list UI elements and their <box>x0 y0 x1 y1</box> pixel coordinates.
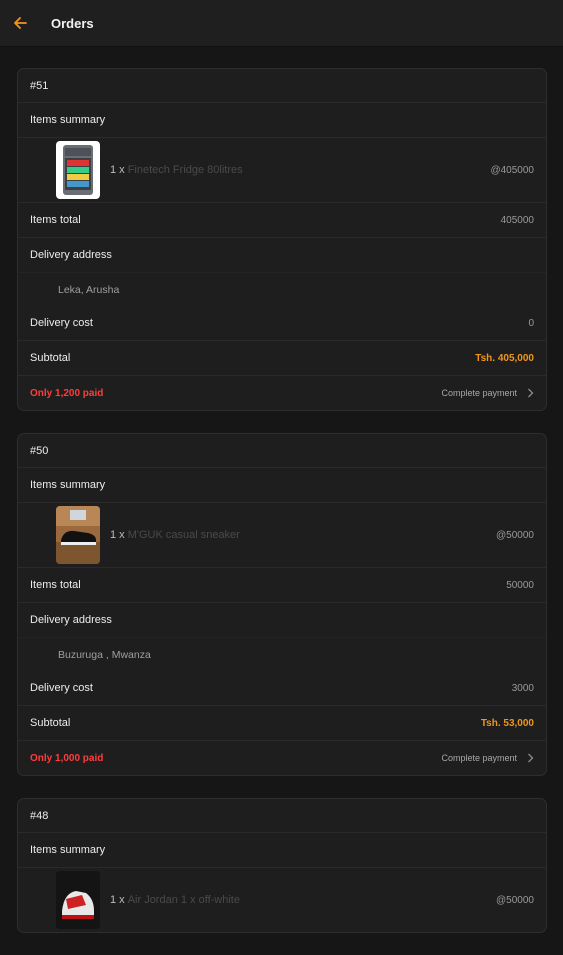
items-total-label: Items total <box>30 214 81 226</box>
order-id-row: #51 <box>18 69 546 103</box>
complete-payment-button[interactable]: Complete payment <box>441 753 534 763</box>
item-name: Air Jordan 1 x off-white <box>127 894 240 906</box>
chevron-right-icon <box>527 388 534 398</box>
item-quantity: 1 x <box>110 894 125 906</box>
delivery-address-row: Leka, Arusha <box>18 273 546 306</box>
item-price: @50000 <box>496 894 534 906</box>
items-summary-header: Items summary <box>18 833 546 868</box>
subtotal-row: Subtotal Tsh. 405,000 <box>18 341 546 376</box>
delivery-address-label: Delivery address <box>30 614 112 626</box>
arrow-left-icon <box>13 16 27 30</box>
chevron-right-icon <box>527 753 534 763</box>
product-thumbnail <box>56 141 100 199</box>
complete-payment-button[interactable]: Complete payment <box>441 388 534 398</box>
app-bar: Orders <box>0 0 563 46</box>
order-card[interactable]: #48 Items summary 1 x Air Jordan 1 x off… <box>17 798 547 933</box>
subtotal-value: Tsh. 53,000 <box>480 717 534 729</box>
complete-payment-label: Complete payment <box>441 753 517 763</box>
delivery-cost-value: 0 <box>528 317 534 329</box>
items-total-row: Items total 50000 <box>18 568 546 603</box>
delivery-cost-label: Delivery cost <box>30 682 93 694</box>
payment-row: Only 1,000 paid Complete payment <box>18 741 546 775</box>
item-quantity: 1 x <box>110 164 125 176</box>
items-summary-header: Items summary <box>18 468 546 503</box>
page-title: Orders <box>51 15 94 31</box>
items-summary-label: Items summary <box>30 844 106 856</box>
delivery-address-value: Leka, Arusha <box>58 283 120 296</box>
delivery-address-label: Delivery address <box>30 249 112 261</box>
order-item[interactable]: 1 x Finetech Fridge 80litres @405000 <box>18 138 546 203</box>
order-id-row: #48 <box>18 799 546 833</box>
item-name: M'GUK casual sneaker <box>127 529 240 541</box>
items-total-value: 50000 <box>506 579 534 591</box>
subtotal-label: Subtotal <box>30 717 71 729</box>
delivery-address-header: Delivery address <box>18 603 546 638</box>
delivery-address-row: Buzuruga , Mwanza <box>18 638 546 671</box>
items-summary-label: Items summary <box>30 479 106 491</box>
delivery-cost-row: Delivery cost 0 <box>18 306 546 341</box>
item-quantity: 1 x <box>110 529 125 541</box>
delivery-cost-value: 3000 <box>511 682 534 694</box>
items-total-label: Items total <box>30 579 81 591</box>
order-card[interactable]: #50 Items summary 1 x M'GUK casual sneak… <box>17 433 547 776</box>
items-total-row: Items total 405000 <box>18 203 546 238</box>
product-thumbnail <box>56 506 100 564</box>
order-id-row: #50 <box>18 434 546 468</box>
subtotal-value: Tsh. 405,000 <box>475 352 534 364</box>
complete-payment-label: Complete payment <box>441 388 517 398</box>
delivery-cost-row: Delivery cost 3000 <box>18 671 546 706</box>
item-price: @405000 <box>490 164 534 176</box>
delivery-cost-label: Delivery cost <box>30 317 93 329</box>
paid-status: Only 1,200 paid <box>30 387 104 399</box>
order-id: #51 <box>30 79 49 92</box>
item-price: @50000 <box>496 529 534 541</box>
items-summary-label: Items summary <box>30 114 106 126</box>
payment-row: Only 1,200 paid Complete payment <box>18 376 546 410</box>
product-thumbnail <box>56 871 100 929</box>
orders-list: #51 Items summary 1 x Finetech Fridge 80… <box>17 68 547 955</box>
back-button[interactable] <box>0 0 40 46</box>
order-card[interactable]: #51 Items summary 1 x Finetech Fridge 80… <box>17 68 547 411</box>
subtotal-row: Subtotal Tsh. 53,000 <box>18 706 546 741</box>
delivery-address-header: Delivery address <box>18 238 546 273</box>
paid-status: Only 1,000 paid <box>30 752 104 764</box>
order-item[interactable]: 1 x M'GUK casual sneaker @50000 <box>18 503 546 568</box>
item-name: Finetech Fridge 80litres <box>127 164 243 176</box>
delivery-address-value: Buzuruga , Mwanza <box>58 648 151 661</box>
order-id: #50 <box>30 444 49 457</box>
items-summary-header: Items summary <box>18 103 546 138</box>
order-id: #48 <box>30 809 49 822</box>
subtotal-label: Subtotal <box>30 352 71 364</box>
order-item[interactable]: 1 x Air Jordan 1 x off-white @50000 <box>18 868 546 932</box>
items-total-value: 405000 <box>500 214 534 226</box>
